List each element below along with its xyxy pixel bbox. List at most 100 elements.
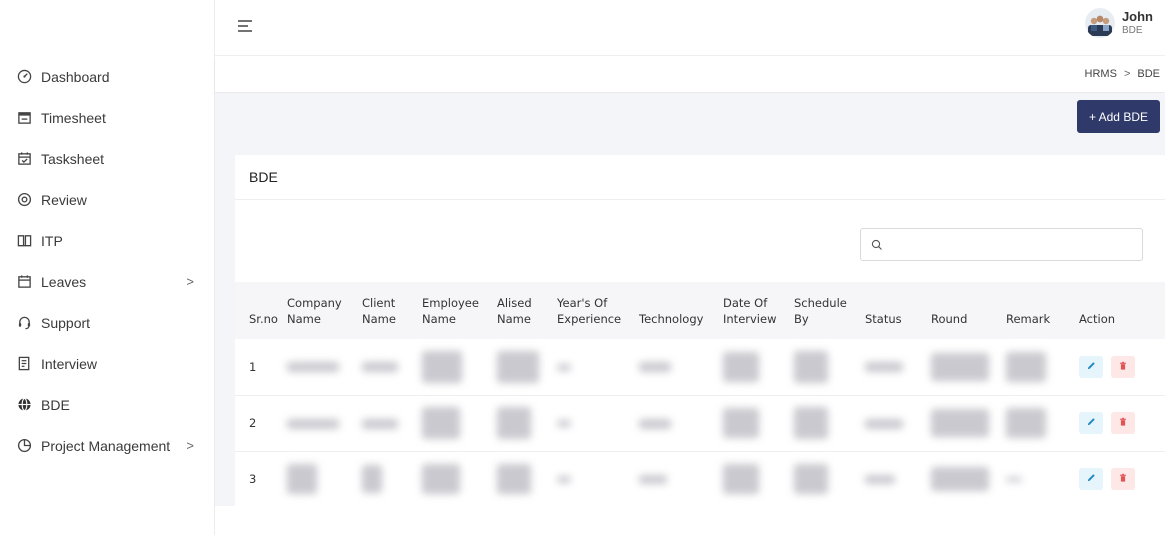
- col-srno[interactable]: Sr.no: [235, 282, 283, 339]
- cell-redacted: [719, 339, 790, 395]
- cell-redacted: [861, 451, 927, 506]
- sidebar-item-bde[interactable]: BDE: [0, 384, 214, 425]
- cell-redacted: [1002, 451, 1075, 506]
- search-icon: [871, 238, 883, 250]
- sidebar-item-label: Dashboard: [41, 68, 110, 85]
- cell-redacted: [790, 451, 861, 506]
- edit-button[interactable]: [1079, 412, 1103, 434]
- trash-icon: [1118, 360, 1128, 374]
- sidebar-item-leaves[interactable]: Leaves >: [0, 261, 214, 302]
- user-role: BDE: [1121, 25, 1143, 36]
- table-header-row: Sr.no Company Name Client Name Employee Nam…: [235, 282, 1165, 339]
- cell-redacted: [927, 339, 1002, 395]
- search-area: [235, 200, 1165, 282]
- sidebar-item-project-management[interactable]: Project Management >: [0, 425, 214, 466]
- sidebar-item-label: ITP: [41, 232, 63, 249]
- cell-redacted: [635, 395, 719, 451]
- sidebar-item-label: BDE: [41, 396, 70, 413]
- sidebar-nav: Dashboard Timesheet Tasksheet Review ITP: [0, 56, 214, 466]
- cell-srno: 1: [249, 359, 257, 374]
- col-remark[interactable]: Remark: [1002, 282, 1075, 339]
- edit-button[interactable]: [1079, 355, 1103, 378]
- col-employee-name[interactable]: Employee Name: [418, 282, 493, 339]
- page-footer-area: [215, 506, 1165, 535]
- globe-icon: [17, 397, 32, 412]
- breadcrumb: HRMS > BDE: [1085, 68, 1160, 80]
- sidebar-item-label: Interview: [41, 355, 98, 372]
- delete-button[interactable]: [1111, 412, 1135, 434]
- cell-redacted: [553, 395, 635, 451]
- cell-actions: [1075, 451, 1165, 506]
- sidebar-item-itp[interactable]: ITP: [0, 220, 214, 261]
- book-icon: [17, 233, 32, 248]
- search-input[interactable]: [889, 229, 1137, 260]
- col-date-of-interview[interactable]: Date Of Interview: [719, 282, 790, 339]
- cell-redacted: [418, 395, 493, 451]
- cell-redacted: [635, 339, 719, 395]
- sidebar-item-label: Timesheet: [41, 109, 106, 126]
- col-client-name[interactable]: Client Name: [358, 282, 418, 339]
- sidebar-item-label: Leaves: [41, 273, 87, 290]
- trash-icon: [1118, 416, 1128, 430]
- pencil-icon: [1086, 416, 1097, 430]
- add-bde-button[interactable]: + Add BDE: [1076, 100, 1160, 133]
- col-alised-name[interactable]: Alised Name: [493, 282, 553, 339]
- breadcrumb-current: BDE: [1137, 68, 1160, 80]
- cell-redacted: [493, 339, 553, 395]
- user-name: John: [1121, 9, 1153, 24]
- sidebar-item-tasksheet[interactable]: Tasksheet: [0, 138, 214, 179]
- col-years-of-experience[interactable]: Year's Of Experience: [553, 282, 635, 339]
- col-action: Action: [1079, 312, 1116, 326]
- col-status[interactable]: Status: [861, 282, 927, 339]
- table-row: 1: [235, 339, 1165, 395]
- cell-redacted: [418, 339, 493, 395]
- sidebar-item-label: Project Management: [41, 437, 171, 454]
- cell-redacted: [861, 339, 927, 395]
- cell-redacted: [1002, 339, 1075, 395]
- bde-table: Sr.no Company Name Client Name Employee Nam…: [235, 282, 1165, 506]
- document-icon: [17, 356, 32, 371]
- cell-redacted: [1002, 395, 1075, 451]
- cell-redacted: [358, 339, 418, 395]
- chevron-right-icon: >: [186, 274, 194, 289]
- cell-actions: [1075, 395, 1165, 451]
- menu-toggle-icon[interactable]: [237, 17, 255, 35]
- cell-redacted: [358, 395, 418, 451]
- avatar: [1084, 8, 1115, 38]
- col-round[interactable]: Round: [927, 282, 1002, 339]
- sidebar-item-label: Support: [41, 314, 91, 331]
- cell-redacted: [493, 395, 553, 451]
- calendar-check-icon: [17, 151, 32, 166]
- delete-button[interactable]: [1111, 355, 1135, 378]
- delete-button[interactable]: [1111, 468, 1135, 490]
- col-technology[interactable]: Technology: [635, 282, 719, 339]
- sidebar-item-review[interactable]: Review: [0, 179, 214, 220]
- card-title: BDE: [235, 155, 1165, 200]
- cell-redacted: [283, 395, 358, 451]
- pencil-icon: [1086, 472, 1097, 486]
- cell-redacted: [790, 395, 861, 451]
- search-box: [860, 228, 1143, 261]
- cell-redacted: [418, 451, 493, 506]
- cell-redacted: [927, 451, 1002, 506]
- col-company-name[interactable]: Company Name: [283, 282, 358, 339]
- cell-redacted: [553, 339, 635, 395]
- col-schedule-by[interactable]: Schedule By: [790, 282, 861, 339]
- breadcrumb-root[interactable]: HRMS: [1085, 68, 1117, 80]
- sidebar-item-interview[interactable]: Interview: [0, 343, 214, 384]
- sidebar-item-timesheet[interactable]: Timesheet: [0, 97, 214, 138]
- pie-chart-icon: [17, 438, 32, 453]
- main-content: + Add BDE BDE Sr.no Company Name Client Na…: [215, 94, 1165, 506]
- breadcrumb-bar: HRMS > BDE: [215, 57, 1165, 93]
- user-menu[interactable]: John BDE: [1084, 8, 1153, 38]
- bde-card: BDE Sr.no Company Name Client Name Employe…: [235, 155, 1165, 506]
- sidebar-item-dashboard[interactable]: Dashboard: [0, 56, 214, 97]
- sidebar-item-label: Tasksheet: [41, 150, 105, 167]
- cell-redacted: [283, 451, 358, 506]
- table-row: 2: [235, 395, 1165, 451]
- cell-redacted: [283, 339, 358, 395]
- sidebar-item-label: Review: [41, 191, 87, 208]
- edit-button[interactable]: [1079, 468, 1103, 490]
- chevron-right-icon: >: [186, 438, 194, 453]
- sidebar-item-support[interactable]: Support: [0, 302, 214, 343]
